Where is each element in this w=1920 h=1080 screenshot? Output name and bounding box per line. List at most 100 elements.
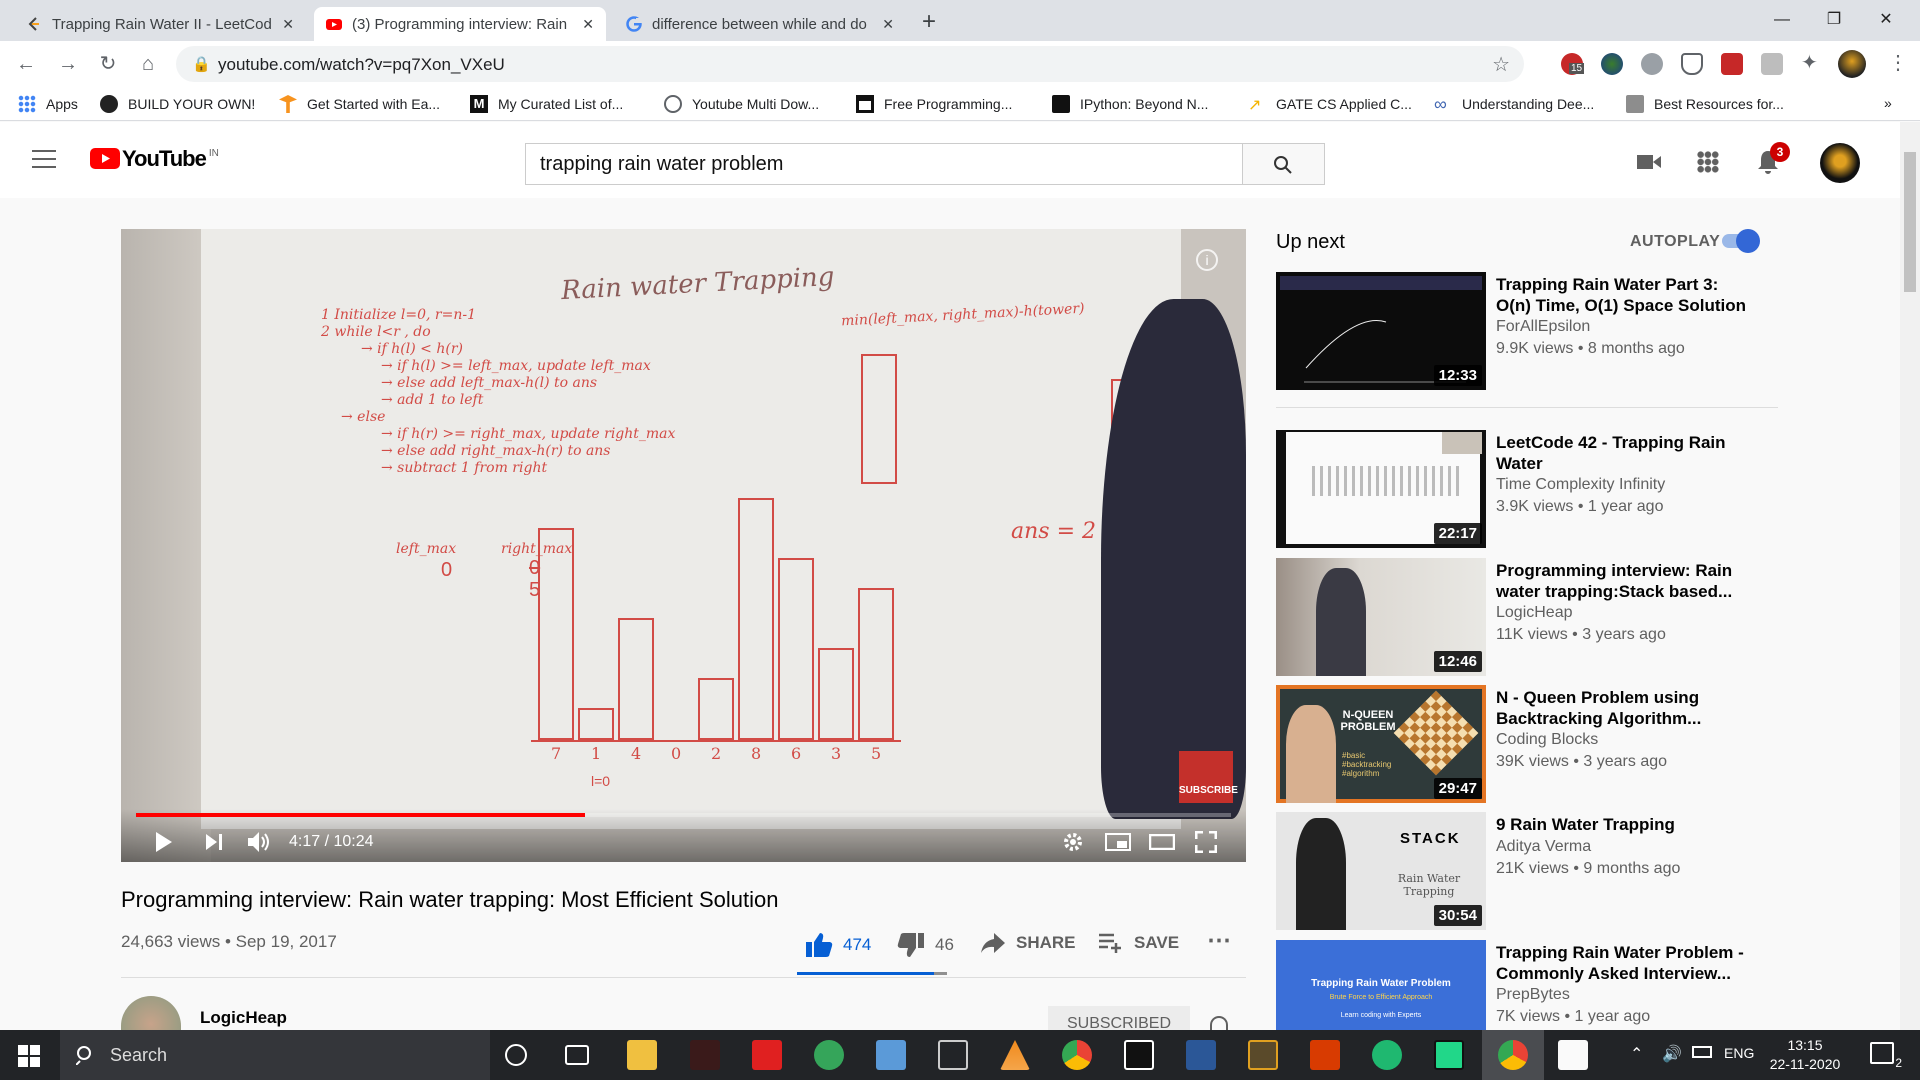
home-button[interactable]: ⌂: [134, 50, 162, 78]
volume-tray-icon[interactable]: 🔊: [1662, 1044, 1682, 1064]
bookmark-item[interactable]: M My Curated List of...: [470, 95, 623, 113]
bookmark-star-icon[interactable]: ☆: [1492, 52, 1510, 77]
new-tab-button[interactable]: +: [922, 8, 936, 36]
acrobat-icon[interactable]: [752, 1040, 782, 1070]
game-app-icon[interactable]: [690, 1040, 720, 1070]
battery-icon[interactable]: [1692, 1046, 1712, 1058]
close-tab-icon[interactable]: ✕: [882, 16, 894, 33]
chrome-icon[interactable]: [1062, 1040, 1092, 1070]
close-window-button[interactable]: ✕: [1866, 6, 1906, 34]
theater-mode-icon[interactable]: [1149, 834, 1175, 850]
clock[interactable]: 13:15 22-11-2020: [1765, 1036, 1845, 1074]
restore-button[interactable]: ❐: [1814, 6, 1854, 34]
bookmark-item[interactable]: BUILD YOUR OWN!: [100, 95, 255, 113]
save-button[interactable]: SAVE: [1098, 932, 1179, 954]
profile-avatar[interactable]: [1838, 50, 1866, 78]
cortana-icon[interactable]: [505, 1044, 527, 1066]
share-button[interactable]: SHARE: [980, 932, 1076, 954]
extensions-puzzle-icon[interactable]: ✦: [1801, 50, 1818, 75]
video-title: Programming interview: Rain water trappi…: [121, 887, 779, 912]
system-tray-chevron-icon[interactable]: ⌃: [1630, 1044, 1643, 1064]
close-tab-icon[interactable]: ✕: [282, 16, 294, 33]
language-indicator[interactable]: ENG: [1724, 1045, 1754, 1061]
forward-button[interactable]: →: [54, 50, 82, 78]
settings-gear-icon[interactable]: [1062, 831, 1084, 853]
tower-drawing: [861, 354, 897, 484]
bookmark-item[interactable]: Youtube Multi Dow...: [664, 95, 819, 113]
bookmark-apps[interactable]: Apps: [18, 95, 78, 113]
bookmark-item[interactable]: Best Resources for...: [1626, 95, 1784, 113]
intellij-icon[interactable]: [1124, 1040, 1154, 1070]
pocket-extension-icon[interactable]: [1681, 53, 1703, 75]
action-center-icon[interactable]: 2: [1870, 1042, 1902, 1070]
vlc-icon[interactable]: [1000, 1040, 1030, 1070]
apps-grid-icon[interactable]: [1697, 151, 1719, 173]
search-button[interactable]: [1243, 143, 1325, 185]
address-bar[interactable]: 🔒 youtube.com/watch?v=pq7Xon_VXeU ☆: [176, 46, 1524, 82]
globe-extension-icon[interactable]: [1601, 53, 1623, 75]
more-bookmarks-button[interactable]: »: [1884, 95, 1892, 111]
reload-button[interactable]: ↻: [94, 50, 122, 78]
windows-start-icon[interactable]: [18, 1045, 40, 1067]
recommended-video[interactable]: 12:46 Programming interview: Rain water …: [1276, 558, 1776, 676]
adblock-extension-icon[interactable]: 15: [1561, 53, 1585, 75]
create-video-icon[interactable]: [1636, 152, 1662, 172]
active-chrome-taskbar[interactable]: [1482, 1030, 1544, 1080]
account-avatar[interactable]: [1820, 143, 1860, 183]
more-actions-icon[interactable]: ⋯: [1207, 926, 1231, 955]
recommended-video[interactable]: 22:17 LeetCode 42 - Trapping Rain Water …: [1276, 430, 1776, 548]
3d-box-icon[interactable]: [938, 1040, 968, 1070]
info-icon[interactable]: i: [1196, 249, 1218, 271]
bell-icon[interactable]: [1210, 1016, 1228, 1030]
bookmark-item[interactable]: ↗ GATE CS Applied C...: [1248, 95, 1412, 114]
miniplayer-icon[interactable]: [1105, 833, 1131, 851]
autoplay-toggle[interactable]: [1722, 229, 1760, 253]
virtualbox-icon[interactable]: [876, 1040, 906, 1070]
anaconda-icon[interactable]: [814, 1040, 844, 1070]
chrome-menu-icon[interactable]: ⋮: [1888, 50, 1908, 75]
recommended-video[interactable]: STACK Rain Water Trapping 30:54 9 Rain W…: [1276, 812, 1776, 930]
reader-extension-icon[interactable]: [1761, 53, 1783, 75]
scrollbar-thumb[interactable]: [1904, 152, 1916, 292]
minimize-button[interactable]: —: [1762, 6, 1802, 34]
sublime-icon[interactable]: [1248, 1040, 1278, 1070]
pdf-extension-icon[interactable]: [1721, 53, 1743, 75]
recommended-video[interactable]: N-QUEEN PROBLEM #basic #backtracking #al…: [1276, 685, 1776, 803]
office-icon[interactable]: [1310, 1040, 1340, 1070]
tab-youtube[interactable]: (3) Programming interview: Rain ✕: [314, 7, 606, 41]
search-input[interactable]: [526, 144, 1242, 184]
tab-leetcode[interactable]: Trapping Rain Water II - LeetCod ✕: [14, 7, 306, 41]
video-player[interactable]: 714028635 Rain water Trapping 1 Initiali…: [121, 229, 1246, 862]
bookmark-item[interactable]: Get Started with Ea...: [279, 95, 440, 113]
progress-bar[interactable]: [136, 813, 1231, 817]
recommended-video[interactable]: Trapping Rain Water Problem Brute Force …: [1276, 940, 1776, 1030]
next-icon[interactable]: [205, 833, 225, 851]
word-icon[interactable]: [1186, 1040, 1216, 1070]
dislike-button[interactable]: 46: [897, 932, 954, 958]
pycharm-icon[interactable]: [1434, 1040, 1464, 1070]
play-icon[interactable]: [154, 831, 174, 853]
link-extension-icon[interactable]: [1641, 53, 1663, 75]
back-button[interactable]: ←: [12, 50, 40, 78]
recommended-video[interactable]: 12:33 Trapping Rain Water Part 3: O(n) T…: [1276, 272, 1776, 390]
notifications-button[interactable]: 3: [1756, 142, 1790, 180]
volume-icon[interactable]: [247, 830, 273, 854]
hamburger-menu-icon[interactable]: [32, 150, 56, 168]
file-explorer-icon[interactable]: [627, 1040, 657, 1070]
channel-name[interactable]: LogicHeap: [200, 1008, 287, 1028]
close-tab-icon[interactable]: ✕: [582, 16, 594, 33]
tab-google[interactable]: difference between while and do ✕: [614, 7, 906, 41]
page-scrollbar[interactable]: [1900, 122, 1920, 1030]
notepad-icon[interactable]: [1558, 1040, 1588, 1070]
bookmark-item[interactable]: Free Programming...: [856, 95, 1012, 113]
task-view-icon[interactable]: [565, 1045, 589, 1065]
youtube-logo[interactable]: YouTube IN: [90, 148, 219, 170]
fullscreen-icon[interactable]: [1195, 831, 1217, 853]
maps-icon[interactable]: [1372, 1040, 1402, 1070]
like-button[interactable]: 474: [805, 932, 871, 958]
subscribed-button[interactable]: SUBSCRIBED: [1048, 1006, 1190, 1030]
subscribe-watermark[interactable]: SUBSCRIBE: [1179, 751, 1238, 803]
bookmark-item[interactable]: IPython: Beyond N...: [1052, 95, 1208, 113]
taskbar-search-box[interactable]: Search: [60, 1030, 490, 1080]
bookmark-item[interactable]: ∞ Understanding Dee...: [1434, 95, 1594, 113]
